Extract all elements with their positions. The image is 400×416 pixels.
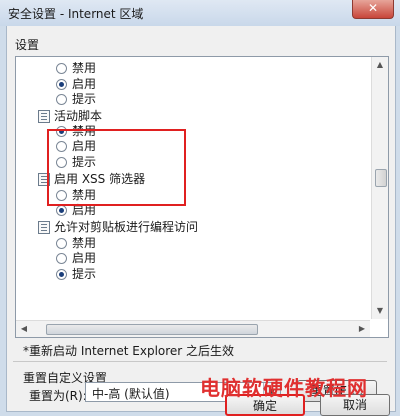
radio-option[interactable]: 禁用 — [72, 236, 96, 250]
radio-icon[interactable] — [56, 238, 67, 249]
scroll-up-icon[interactable]: ▲ — [372, 57, 388, 73]
radio-option[interactable]: 启用 — [72, 77, 96, 91]
radio-icon[interactable] — [56, 94, 67, 105]
radio-icon[interactable] — [56, 63, 67, 74]
setting-icon — [38, 110, 50, 123]
vertical-scroll-thumb[interactable] — [375, 169, 387, 187]
close-icon: ✕ — [367, 1, 379, 15]
radio-selected-icon[interactable] — [56, 269, 67, 280]
radio-option[interactable]: 禁用 — [72, 61, 96, 75]
scroll-down-icon[interactable]: ▼ — [372, 303, 388, 319]
watermark-text: 电脑软硬件教程网 — [200, 376, 368, 400]
setting-header: 允许对剪贴板进行编程访问 — [54, 220, 199, 234]
close-button[interactable]: ✕ — [352, 0, 394, 19]
settings-list[interactable]: 禁用 启用 提示 活动脚本 禁用 启用 提示 启用 XSS 筛选器 禁用 启用 允许对剪贴板进行编程… — [15, 56, 389, 338]
reset-level-value: 中-高 (默认值) — [92, 387, 170, 401]
radio-option[interactable]: 提示 — [72, 92, 96, 106]
vertical-scrollbar[interactable]: ▲ ▼ — [371, 57, 388, 319]
radio-icon[interactable] — [56, 253, 67, 264]
restart-note: *重新启动 Internet Explorer 之后生效 — [23, 344, 235, 358]
highlight-box — [47, 129, 186, 206]
setting-header: 活动脚本 — [54, 109, 103, 123]
radio-selected-icon[interactable] — [56, 205, 67, 216]
dialog-body: 设置 禁用 启用 提示 活动脚本 禁用 启用 提示 启用 XSS 筛选器 禁用 启用 允许对剪贴板进… — [6, 26, 396, 412]
divider — [13, 361, 387, 362]
radio-option[interactable]: 提示 — [72, 267, 96, 281]
radio-option[interactable]: 启用 — [72, 251, 96, 265]
window-title: 安全设置 - Internet 区域 — [8, 7, 144, 21]
horizontal-scrollbar[interactable]: ◀ ▶ — [16, 320, 370, 337]
setting-icon — [38, 221, 50, 234]
radio-selected-icon[interactable] — [56, 79, 67, 90]
title-bar: 安全设置 - Internet 区域 ✕ — [0, 0, 400, 26]
reset-to-label: 重置为(R): — [29, 389, 87, 403]
scroll-right-icon[interactable]: ▶ — [354, 321, 370, 337]
settings-label: 设置 — [15, 38, 40, 52]
horizontal-scroll-thumb[interactable] — [46, 324, 258, 335]
scroll-left-icon[interactable]: ◀ — [16, 321, 32, 337]
